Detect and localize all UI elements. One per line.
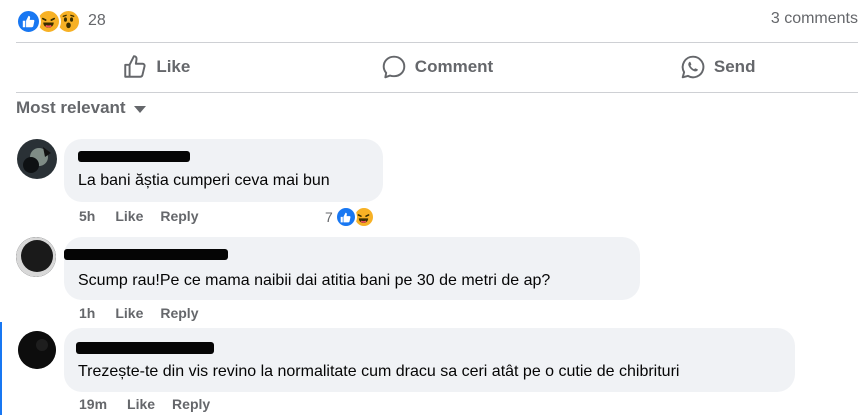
comment-bubble: Trezește-te din vis revino la normalitat… [64,328,795,392]
comment-bubble: Scump rau!Pe ce mama naibii dai atitia b… [64,237,640,300]
comment-text: Scump rau!Pe ce mama naibii dai atitia b… [78,272,551,289]
comment-label: Comment [414,57,494,76]
comments-count[interactable]: 3 comments [771,10,858,28]
comment-actions: 5h Like Reply [79,208,215,224]
comment-like-link[interactable]: Like [115,208,143,224]
comment-text: La bani ăștia cumperi ceva mai bun [78,172,330,189]
thumbs-up-icon [124,55,146,78]
send-label: Send [713,57,756,76]
comment-time[interactable]: 19m [79,396,107,412]
comment-actions: 19m Like Reply [79,396,227,412]
comment-reply-link[interactable]: Reply [172,396,210,412]
like-icon [16,8,41,34]
comment-reply-link[interactable]: Reply [160,208,198,224]
comment-icon [382,55,406,79]
redacted-author-name [78,151,190,162]
caret-down-icon [133,106,146,113]
reaction-count[interactable]: 28 [88,12,106,30]
avatar[interactable] [17,139,57,179]
sort-dropdown[interactable]: Most relevant [16,98,146,118]
redacted-author-name [76,342,214,354]
comment-like-link[interactable]: Like [127,396,155,412]
like-icon [334,206,357,228]
comment-reaction-count: 7 [325,209,333,225]
comment-text: Trezește-te din vis revino la normalitat… [78,363,680,380]
thread-indicator [0,322,2,415]
divider [16,92,858,93]
like-label: Like [156,57,191,76]
comment-time[interactable]: 5h [79,208,95,224]
action-bar: Like Comment Send [16,44,858,90]
comment-actions: 1h Like Reply [79,305,215,321]
avatar[interactable] [18,331,56,369]
comment-time[interactable]: 1h [79,305,95,321]
avatar[interactable] [16,237,56,277]
whatsapp-icon [681,55,705,79]
comment-button[interactable]: Comment [297,44,578,90]
comment-like-link[interactable]: Like [115,305,143,321]
sort-label: Most relevant [16,98,126,117]
reactions-summary[interactable]: 28 [16,7,106,35]
divider [16,42,858,43]
comment-bubble: La bani ăștia cumperi ceva mai bun [64,139,383,202]
send-button[interactable]: Send [577,44,858,90]
redacted-author-name [64,249,228,260]
comment-reply-link[interactable]: Reply [160,305,198,321]
comment-reactions[interactable]: 7 [325,206,375,228]
like-button[interactable]: Like [16,44,297,90]
